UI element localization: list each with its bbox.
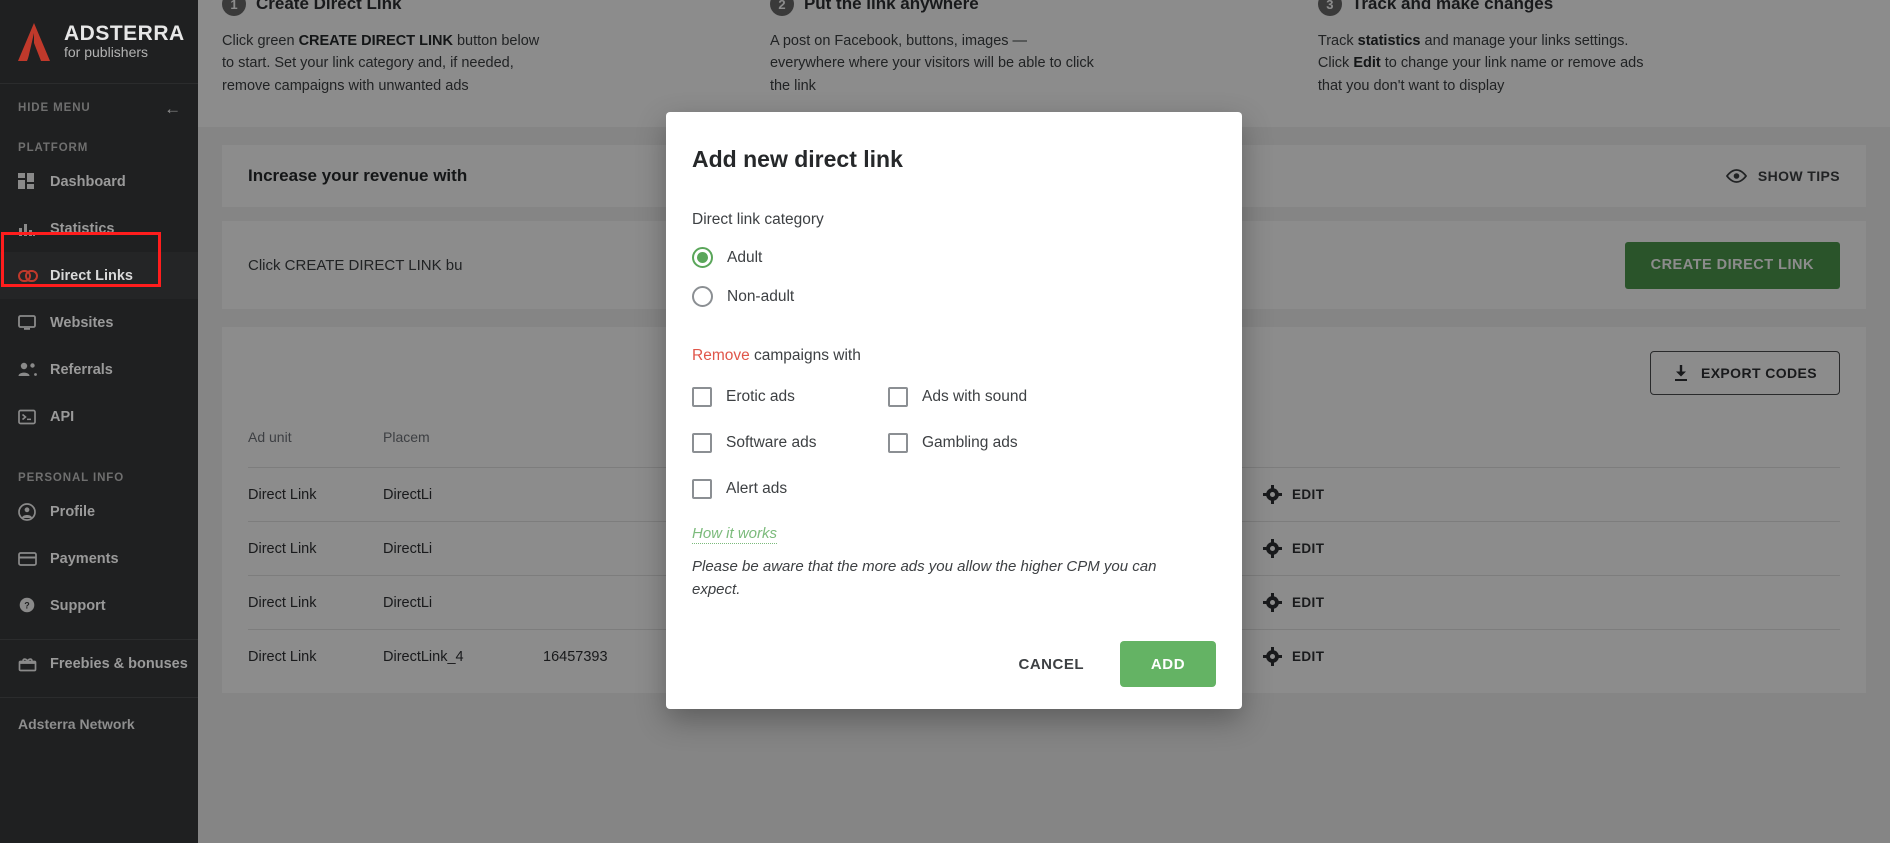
sidebar-item-label: Freebies & bonuses [50,656,188,672]
sidebar-item-label: Statistics [50,221,114,237]
sidebar-item-label: Direct Links [50,268,133,284]
sidebar-group-platform: PLATFORM [0,132,198,158]
cpm-note: Please be aware that the more ads you al… [692,556,1182,601]
category-label: Direct link category [692,211,1216,229]
brand-tagline: for publishers [64,45,185,61]
checkbox-box[interactable] [692,433,712,453]
checkbox-label: Software ads [726,434,816,452]
link-icon [18,269,44,283]
remove-campaigns-heading: Remove campaigns with [692,347,1216,365]
checkbox-ads-with-sound[interactable]: Ads with sound [888,387,1216,407]
svg-text:?: ? [24,600,30,610]
sidebar: ADSTERRA for publishers HIDE MENU ← PLAT… [0,0,198,843]
monitor-icon [18,315,44,331]
radio-non-adult-indicator[interactable] [692,286,713,307]
checkbox-alert-ads[interactable]: Alert ads [692,479,888,499]
dialog-actions: CANCEL ADD [692,641,1216,687]
sidebar-item-profile[interactable]: Profile [0,488,198,535]
gift-icon [18,656,44,672]
radio-adult-label: Adult [727,249,762,267]
sidebar-item-referrals[interactable]: Referrals [0,346,198,393]
how-it-works-link[interactable]: How it works [692,525,777,544]
bar-chart-icon [18,220,44,237]
user-circle-icon [18,503,44,521]
checkbox-label: Ads with sound [922,388,1027,406]
add-direct-link-dialog: Add new direct link Direct link category… [666,112,1242,709]
checkbox-gambling-ads[interactable]: Gambling ads [888,433,1216,453]
sidebar-item-label: Referrals [50,362,113,378]
terminal-icon [18,409,44,425]
radio-option-non-adult[interactable]: Non-adult [692,286,1216,307]
hide-menu-row[interactable]: HIDE MENU ← [0,84,198,132]
checkbox-box[interactable] [692,387,712,407]
dashboard-icon [18,173,44,190]
radio-adult-indicator[interactable] [692,247,713,268]
sidebar-item-label: Payments [50,551,119,567]
checkbox-label: Alert ads [726,480,787,498]
brand-text: ADSTERRA for publishers [64,22,185,61]
credit-card-icon [18,552,44,566]
checkbox-label: Gambling ads [922,434,1018,452]
brand-name: ADSTERRA [64,22,185,46]
sidebar-item-statistics[interactable]: Statistics [0,205,198,252]
sidebar-item-dashboard[interactable]: Dashboard [0,158,198,205]
sidebar-footer-label: Adsterra Network [0,698,198,732]
sidebar-item-label: Support [50,598,106,614]
hide-menu-label: HIDE MENU [18,102,91,114]
sidebar-item-websites[interactable]: Websites [0,299,198,346]
remove-campaigns-checkbox-grid: Erotic ads Ads with sound Software ads G… [692,387,1216,499]
sidebar-group-personal: PERSONAL INFO [0,462,198,488]
sidebar-item-payments[interactable]: Payments [0,535,198,582]
users-icon [18,362,44,377]
remove-keyword: Remove [692,347,750,364]
add-button[interactable]: ADD [1120,641,1216,687]
sidebar-item-label: Dashboard [50,174,126,190]
sidebar-item-direct-links[interactable]: Direct Links [0,252,198,299]
arrow-left-icon[interactable]: ← [164,100,182,117]
sidebar-item-label: Websites [50,315,113,331]
sidebar-item-freebies[interactable]: Freebies & bonuses [0,640,198,687]
sidebar-item-api[interactable]: API [0,393,198,440]
sidebar-item-support[interactable]: ? Support [0,582,198,629]
checkbox-box[interactable] [692,479,712,499]
checkbox-grid-filler [888,479,1216,499]
sidebar-item-label: API [50,409,74,425]
checkbox-software-ads[interactable]: Software ads [692,433,888,453]
checkbox-label: Erotic ads [726,388,795,406]
dialog-title: Add new direct link [692,146,1216,173]
checkbox-box[interactable] [888,433,908,453]
checkbox-box[interactable] [888,387,908,407]
cancel-button[interactable]: CANCEL [1015,646,1089,683]
radio-option-adult[interactable]: Adult [692,247,1216,268]
adsterra-logo-icon [14,21,54,63]
radio-non-adult-label: Non-adult [727,288,794,306]
checkbox-erotic-ads[interactable]: Erotic ads [692,387,888,407]
help-circle-icon: ? [18,597,44,615]
brand-logo[interactable]: ADSTERRA for publishers [0,0,198,84]
sidebar-spacer [0,440,198,462]
sidebar-item-label: Profile [50,504,95,520]
remove-rest: campaigns with [750,347,861,364]
